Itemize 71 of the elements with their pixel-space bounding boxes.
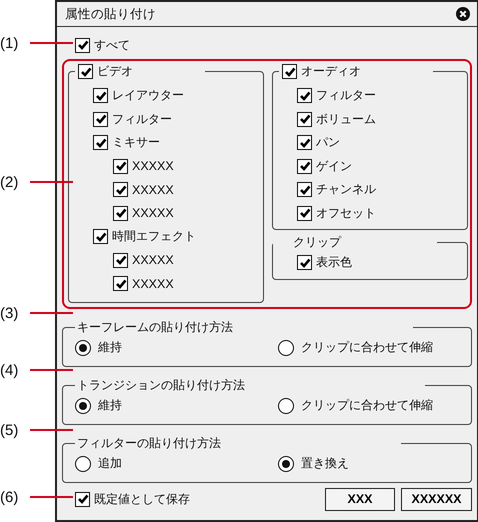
checkbox-label: フィルター — [316, 87, 376, 104]
checkbox-label: フィルター — [112, 110, 172, 128]
checkbox[interactable] — [93, 229, 108, 244]
checkbox[interactable] — [75, 492, 90, 507]
close-icon[interactable] — [456, 7, 470, 21]
checkbox-label: チャンネル — [316, 181, 376, 198]
window-title: 属性の貼り付け — [65, 6, 156, 22]
checkbox-label: オフセット — [316, 204, 376, 222]
checkbox-label: XXXXX — [132, 276, 174, 291]
radio-label: クリップに合わせて伸縮 — [301, 397, 433, 414]
checkbox-label: XXXXX — [132, 182, 174, 197]
checkbox-label: すべて — [94, 36, 130, 54]
checkbox[interactable] — [297, 255, 312, 270]
leader-line — [30, 312, 73, 314]
checkbox-label: 時間エフェクト — [112, 228, 196, 246]
group-title: キーフレームの貼り付け方法 — [77, 319, 233, 336]
callout-label: (5) — [0, 422, 20, 438]
radio-button[interactable] — [278, 398, 294, 414]
radio-label: 置き換え — [301, 455, 349, 472]
leader-line — [30, 369, 73, 371]
callout-label: (4) — [0, 362, 20, 378]
callout-label: (1) — [0, 34, 20, 52]
checkbox[interactable] — [113, 206, 128, 221]
radio-label: 追加 — [98, 455, 122, 472]
radio-button[interactable] — [75, 398, 91, 414]
checkbox[interactable] — [113, 276, 128, 292]
checkbox[interactable] — [297, 182, 312, 198]
dialog-button[interactable]: XXX — [325, 488, 395, 511]
checkbox[interactable] — [297, 135, 312, 150]
checkbox-label: ゲイン — [316, 158, 352, 175]
checkbox[interactable] — [78, 64, 93, 79]
checkbox[interactable] — [282, 64, 297, 79]
radio-button[interactable] — [75, 340, 91, 356]
checkbox-label: ミキサー — [112, 134, 160, 152]
dialog-button[interactable]: XXXXXX — [401, 488, 472, 511]
checkbox[interactable] — [93, 135, 108, 150]
checkbox-label: 表示色 — [316, 254, 352, 272]
checkbox[interactable] — [297, 88, 312, 104]
radio-label: クリップに合わせて伸縮 — [301, 339, 433, 356]
callout-label: (3) — [0, 304, 20, 322]
radio-button[interactable] — [278, 340, 294, 356]
checkbox[interactable] — [113, 252, 128, 268]
checkbox-label: XXXXX — [132, 206, 174, 220]
group-title: クリップ — [293, 234, 341, 251]
checkbox[interactable] — [93, 112, 108, 127]
checkbox-label: XXXXX — [132, 253, 174, 268]
checkbox[interactable] — [297, 112, 312, 127]
checkbox[interactable] — [297, 158, 312, 174]
checkbox[interactable] — [75, 38, 90, 52]
group-title: オーディオ — [301, 63, 361, 80]
radio-label: 維持 — [98, 397, 122, 414]
checkbox-label: レイアウター — [112, 87, 184, 104]
checkbox-label: 既定値として保存 — [94, 490, 190, 508]
radio-button[interactable] — [75, 456, 91, 472]
checkbox[interactable] — [93, 88, 108, 104]
callout-label: (6) — [0, 488, 20, 506]
callout-label: (2) — [0, 174, 20, 190]
checkbox[interactable] — [113, 158, 128, 174]
checkbox-label: パン — [316, 134, 340, 152]
checkbox-label: ボリューム — [316, 110, 376, 128]
group-title: フィルターの貼り付け方法 — [77, 435, 221, 452]
group-title: トランジションの貼り付け方法 — [77, 377, 245, 394]
leader-line — [30, 496, 73, 498]
leader-line — [30, 429, 73, 431]
radio-button[interactable] — [278, 456, 294, 472]
leader-line — [30, 42, 73, 44]
checkbox-label: XXXXX — [132, 159, 174, 174]
checkbox[interactable] — [113, 182, 128, 198]
group-title: ビデオ — [97, 63, 133, 80]
radio-label: 維持 — [98, 339, 122, 356]
checkbox[interactable] — [297, 206, 312, 221]
